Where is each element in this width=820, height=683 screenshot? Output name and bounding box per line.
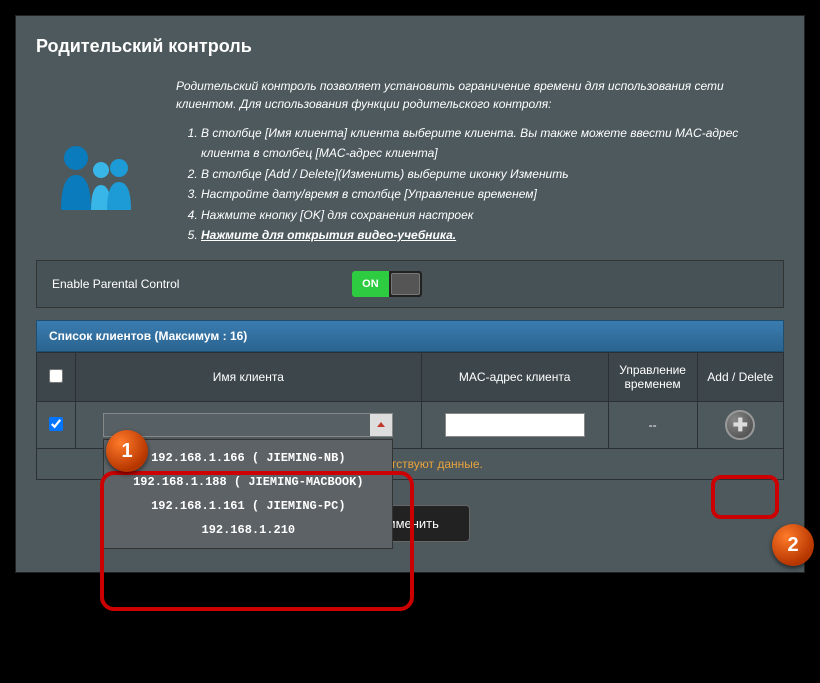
enable-label: Enable Parental Control: [52, 277, 352, 291]
instruction-step: В столбце [Имя клиента] клиента выберите…: [201, 123, 784, 164]
time-cell: --: [608, 402, 697, 449]
table-row: 192.168.1.166 ( JIEMING-NB) 192.168.1.18…: [37, 402, 784, 449]
column-time: Управление временем: [608, 353, 697, 402]
toggle-knob: [391, 273, 420, 295]
mac-input[interactable]: [445, 413, 585, 437]
dropdown-item[interactable]: 192.168.1.188 ( JIEMING-MACBOOK): [104, 470, 392, 494]
add-button[interactable]: ✚: [725, 410, 755, 440]
instruction-step: Нажмите для открытия видео-учебника.: [201, 225, 784, 245]
column-action: Add / Delete: [697, 353, 783, 402]
row-checkbox[interactable]: [49, 417, 63, 431]
client-table: Имя клиента MAC-адрес клиента Управление…: [36, 352, 784, 480]
plus-icon: ✚: [733, 415, 748, 436]
enable-toggle[interactable]: ON: [352, 271, 422, 297]
family-icon: [51, 140, 141, 213]
client-name-input[interactable]: [103, 413, 393, 437]
dropdown-item[interactable]: 192.168.1.161 ( JIEMING-PC): [104, 494, 392, 518]
instruction-step: Нажмите кнопку [OK] для сохранения настр…: [201, 205, 784, 225]
instruction-list: В столбце [Имя клиента] клиента выберите…: [176, 123, 784, 245]
column-mac: MAC-адрес клиента: [421, 353, 608, 402]
instruction-step: Настройте дату/время в столбце [Управлен…: [201, 184, 784, 204]
annotation-badge-1: 1: [106, 430, 148, 472]
select-all-checkbox[interactable]: [49, 369, 63, 383]
column-name: Имя клиента: [75, 353, 421, 402]
description-text: Родительский контроль позволяет установи…: [176, 77, 784, 113]
family-icon-box: [36, 77, 156, 245]
toggle-on-label: ON: [352, 271, 389, 297]
parental-control-panel: Родительский контроль Родительский контр…: [15, 15, 805, 573]
page-title: Родительский контроль: [36, 36, 784, 57]
client-name-combo[interactable]: 192.168.1.166 ( JIEMING-NB) 192.168.1.18…: [103, 413, 393, 437]
video-tutorial-link[interactable]: Нажмите для открытия видео-учебника.: [201, 228, 456, 242]
description-box: Родительский контроль позволяет установи…: [176, 77, 784, 245]
enable-row: Enable Parental Control ON: [36, 260, 784, 308]
select-all-header: [37, 353, 76, 402]
intro-block: Родительский контроль позволяет установи…: [36, 77, 784, 245]
dropdown-item[interactable]: 192.168.1.210: [104, 518, 392, 542]
instruction-step: В столбце [Add / Delete](Изменить) выбер…: [201, 164, 784, 184]
client-list-header: Список клиентов (Максимум : 16): [36, 320, 784, 352]
annotation-badge-2: 2: [772, 524, 814, 566]
combo-arrow-icon[interactable]: [370, 414, 392, 436]
